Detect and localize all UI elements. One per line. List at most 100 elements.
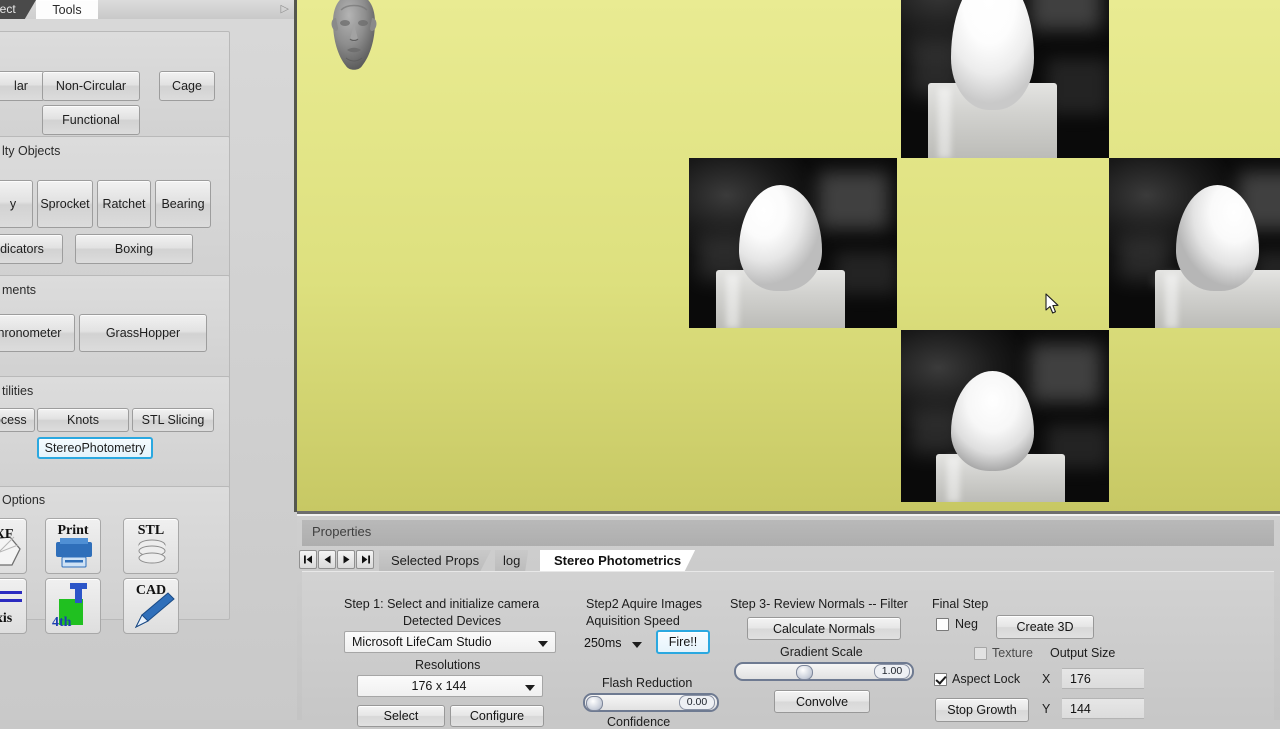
tool-button-pulley[interactable]: y <box>0 180 33 228</box>
chevron-down-icon <box>538 641 548 647</box>
tool-button-ratchet[interactable]: Ratchet <box>97 180 151 228</box>
thumb-egg <box>950 0 1035 110</box>
properties-header: Properties <box>302 520 1274 546</box>
detected-devices-select[interactable]: Microsoft LifeCam Studio <box>344 631 556 653</box>
option-button-cad[interactable]: CAD <box>123 578 179 634</box>
output-y-label: Y <box>1042 702 1051 716</box>
tool-button-indicators[interactable]: dicators <box>0 234 63 264</box>
viewport-3d[interactable] <box>297 0 1280 512</box>
slider-thumb[interactable] <box>796 665 813 680</box>
output-y-value: 144 <box>1070 702 1091 716</box>
option-button-axis[interactable]: Axis <box>0 578 27 634</box>
step2-speed-label: Aquisition Speed <box>586 614 680 628</box>
output-y-field[interactable]: 144 <box>1062 698 1144 719</box>
create-3d-button[interactable]: Create 3D <box>996 615 1094 639</box>
resolutions-select[interactable]: 176 x 144 <box>357 675 543 697</box>
flash-reduction-slider[interactable]: 0.00 <box>583 693 719 712</box>
nav-first-button[interactable] <box>299 550 317 569</box>
tool-button-circular[interactable]: lar <box>0 71 45 101</box>
resolutions-value: 176 x 144 <box>411 679 467 693</box>
properties-panel: Properties Selected Props log Stereo Pho… <box>297 511 1280 729</box>
slider-thumb[interactable] <box>586 696 603 711</box>
properties-title: Properties <box>312 524 372 539</box>
skip-first-icon <box>303 555 312 564</box>
tabstrip-filler <box>98 0 297 19</box>
tool-button-sprocket[interactable]: Sprocket <box>37 180 93 228</box>
option-caption-dxf: DXF <box>0 527 14 542</box>
option-button-stl[interactable]: STL <box>123 518 179 574</box>
tool-button-grasshopper[interactable]: GrassHopper <box>79 314 207 352</box>
texture-checkbox[interactable] <box>974 647 987 660</box>
thumb-blur-highlight <box>817 171 889 230</box>
gradient-scale-slider[interactable]: 1.00 <box>734 662 914 681</box>
application-window: Project Tools ▷ lar Non-Circular Cage Fu… <box>0 0 1280 729</box>
thumbnail-right[interactable] <box>1109 158 1280 328</box>
thumb-blur-highlight <box>1029 343 1101 403</box>
tool-button-stl-slicing[interactable]: STL Slicing <box>132 408 214 432</box>
thumbnail-bottom[interactable] <box>901 330 1109 502</box>
fire-button[interactable]: Fire!! <box>656 630 710 654</box>
calculate-normals-button[interactable]: Calculate Normals <box>747 617 901 640</box>
option-caption-print: Print <box>57 523 89 538</box>
tool-button-knots[interactable]: Knots <box>37 408 129 432</box>
confidence-label: Confidence <box>607 715 671 729</box>
final-step-title: Final Step <box>932 597 989 611</box>
output-size-label: Output Size <box>1050 646 1116 660</box>
neg-checkbox[interactable] <box>936 618 949 631</box>
nav-prev-button[interactable] <box>318 550 336 569</box>
configure-button[interactable]: Configure <box>450 705 544 727</box>
tab-log[interactable]: log <box>495 550 529 572</box>
select-button[interactable]: Select <box>357 705 445 727</box>
skip-last-icon <box>361 555 370 564</box>
step1-resolutions-label: Resolutions <box>415 658 481 672</box>
group-title-utility-objects: lty Objects <box>2 144 61 158</box>
step2-title: Step2 Aquire Images <box>586 597 703 611</box>
group-title-options: Options <box>2 493 46 507</box>
tool-button-non-circular[interactable]: Non-Circular <box>42 71 140 101</box>
acquisition-speed-select[interactable]: 250ms <box>584 633 646 655</box>
tool-button-cage[interactable]: Cage <box>159 71 215 101</box>
tool-button-stereophotometry[interactable]: StereoPhotometry <box>37 437 153 459</box>
record-navigation <box>299 550 377 570</box>
texture-label: Texture <box>992 646 1033 660</box>
step1-detected-devices-label: Detected Devices <box>403 614 501 628</box>
tool-button-functional[interactable]: Functional <box>42 105 140 135</box>
option-button-dxf[interactable]: DXF <box>0 518 27 574</box>
group-options: Options DXF <box>0 486 230 634</box>
mouse-cursor <box>1045 293 1059 314</box>
gradient-scale-label: Gradient Scale <box>780 645 863 659</box>
output-x-label: X <box>1042 672 1051 686</box>
thumbnail-left[interactable] <box>689 158 897 328</box>
tab-stereo-photometrics[interactable]: Stereo Photometrics <box>540 550 696 572</box>
option-button-print[interactable]: Print <box>45 518 101 574</box>
tool-button-process[interactable]: Process <box>0 408 35 432</box>
chevron-down-icon <box>632 642 642 648</box>
tab-project[interactable]: Project <box>0 0 36 19</box>
next-icon <box>343 555 349 564</box>
convolve-button[interactable]: Convolve <box>774 690 870 713</box>
tab-tools[interactable]: Tools <box>36 0 98 19</box>
flash-reduction-value: 0.00 <box>679 695 715 710</box>
group-instruments: ments Chronometer GrassHopper <box>0 275 230 391</box>
head-3d-model[interactable] <box>323 0 385 82</box>
nav-next-button[interactable] <box>337 550 355 569</box>
left-tool-panel: Project Tools ▷ lar Non-Circular Cage Fu… <box>0 0 297 720</box>
tool-button-boxing[interactable]: Boxing <box>75 234 193 264</box>
option-button-fourth-axis[interactable]: 4th <box>45 578 101 634</box>
prev-icon <box>324 555 330 564</box>
output-x-field[interactable]: 176 <box>1062 668 1144 689</box>
tool-tabstrip: Project Tools ▷ <box>0 0 297 19</box>
tab-selected-props[interactable]: Selected Props <box>379 550 492 572</box>
thumbnail-top[interactable] <box>901 0 1109 158</box>
aspect-lock-checkbox[interactable] <box>934 673 947 686</box>
flash-reduction-label: Flash Reduction <box>602 676 693 690</box>
tool-button-chronometer[interactable]: Chronometer <box>0 314 75 352</box>
nav-last-button[interactable] <box>356 550 374 569</box>
tool-button-bearing[interactable]: Bearing <box>155 180 211 228</box>
group-utilities: tilities Process Knots STL Slicing Stere… <box>0 376 230 498</box>
stop-growth-button[interactable]: Stop Growth <box>935 698 1029 722</box>
chevron-right-icon[interactable]: ▷ <box>281 2 289 15</box>
option-caption-axis: Axis <box>0 611 13 626</box>
acquisition-speed-value: 250ms <box>584 636 622 650</box>
output-x-value: 176 <box>1070 672 1091 686</box>
